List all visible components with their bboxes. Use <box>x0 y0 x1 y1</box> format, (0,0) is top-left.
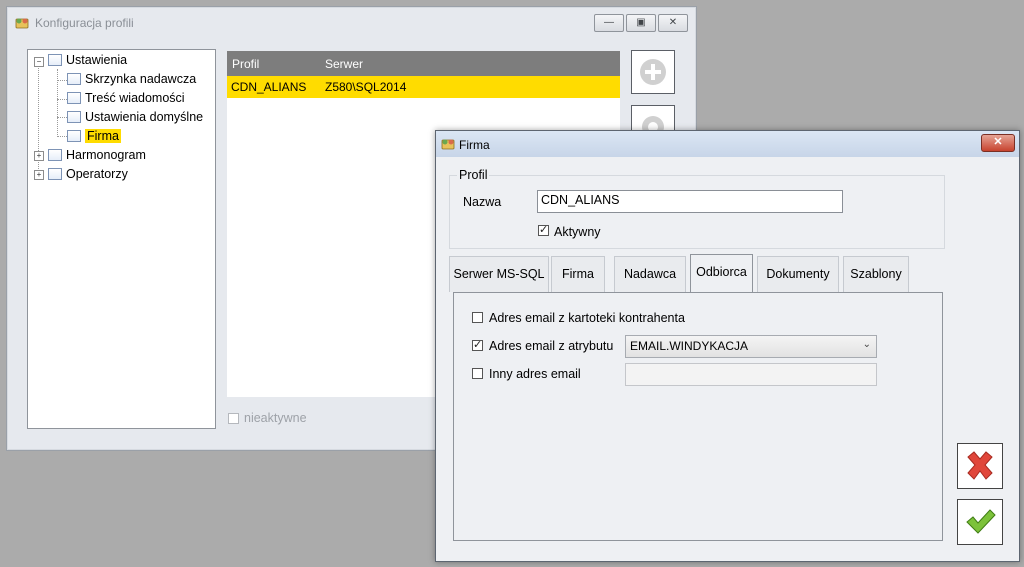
tree-item-ustawienia-domyslne[interactable]: Ustawienia domyślne <box>67 109 203 126</box>
tree-item-skrzynka[interactable]: Skrzynka nadawcza <box>67 71 196 88</box>
active-checkbox[interactable]: ✓ <box>538 225 549 236</box>
minimize-button[interactable]: — <box>594 14 624 32</box>
other-email-input[interactable] <box>625 363 877 386</box>
plus-icon <box>640 59 666 85</box>
name-input[interactable]: CDN_ALIANS <box>537 190 843 213</box>
cancel-button[interactable] <box>957 443 1003 489</box>
tab-firma[interactable]: Firma <box>551 256 605 292</box>
name-label: Nazwa <box>463 195 502 209</box>
tree-item-operatorzy[interactable]: Operatorzy <box>48 166 128 183</box>
dialog-firma: Firma ✕ Profil Nazwa CDN_ALIANS ✓ Aktywn… <box>435 130 1020 562</box>
page-icon <box>67 73 81 85</box>
tab-serwer[interactable]: Serwer MS-SQL <box>449 256 549 292</box>
from-attribute-label: Adres email z atrybutu <box>489 339 614 353</box>
edit-page-icon <box>67 130 81 142</box>
close-button[interactable]: ✕ <box>981 134 1015 152</box>
tab-szablony[interactable]: Szablony <box>843 256 909 292</box>
tree-item-tresc[interactable]: Treść wiadomości <box>67 90 185 107</box>
table-row[interactable]: CDN_ALIANS Z580\SQL2014 <box>227 76 620 98</box>
folder-icon <box>48 149 62 161</box>
from-contractor-checkbox[interactable] <box>472 312 483 323</box>
page-icon <box>67 92 81 104</box>
grid-header: Profil Serwer <box>227 51 620 76</box>
page-icon <box>67 111 81 123</box>
column-serwer[interactable]: Serwer <box>325 57 363 71</box>
cancel-x-icon <box>967 451 993 480</box>
dialog-titlebar <box>436 131 1019 157</box>
cell-profil: CDN_ALIANS <box>231 80 307 94</box>
folder-icon <box>48 54 62 66</box>
attribute-select[interactable]: EMAIL.WINDYKACJA ⌄ <box>625 335 877 358</box>
app-icon <box>15 18 29 29</box>
tab-panel-odbiorca <box>453 292 943 541</box>
tree-item-firma[interactable]: Firma <box>67 128 121 145</box>
inactive-checkbox[interactable] <box>228 413 239 424</box>
other-email-checkbox[interactable] <box>472 368 483 379</box>
app-icon <box>441 139 455 150</box>
window-title: Konfiguracja profili <box>35 16 134 30</box>
tree-item-ustawienia[interactable]: Ustawienia <box>48 52 127 69</box>
tree-item-harmonogram[interactable]: Harmonogram <box>48 147 146 164</box>
tab-dokumenty[interactable]: Dokumenty <box>757 256 839 292</box>
from-contractor-label: Adres email z kartoteki kontrahenta <box>489 311 685 325</box>
tab-odbiorca[interactable]: Odbiorca <box>690 254 753 293</box>
dialog-title: Firma <box>459 138 490 152</box>
other-email-label: Inny adres email <box>489 367 581 381</box>
cell-serwer: Z580\SQL2014 <box>325 80 407 94</box>
checkmark-icon <box>966 509 996 534</box>
active-label: Aktywny <box>554 225 601 239</box>
attribute-select-value: EMAIL.WINDYKACJA <box>630 339 749 353</box>
folder-icon <box>48 168 62 180</box>
tab-nadawca[interactable]: Nadawca <box>614 256 686 292</box>
close-button[interactable]: ✕ <box>658 14 688 32</box>
column-profil[interactable]: Profil <box>232 57 259 71</box>
from-attribute-checkbox[interactable]: ✓ <box>472 340 483 351</box>
settings-tree: − Ustawienia Skrzynka nadawcza Treść wia… <box>27 49 216 429</box>
maximize-button[interactable]: ▣ <box>626 14 656 32</box>
ok-button[interactable] <box>957 499 1003 545</box>
chevron-down-icon: ⌄ <box>862 339 871 350</box>
profile-group-label: Profil <box>457 168 490 182</box>
inactive-label: nieaktywne <box>244 411 307 425</box>
add-button[interactable] <box>631 50 675 94</box>
